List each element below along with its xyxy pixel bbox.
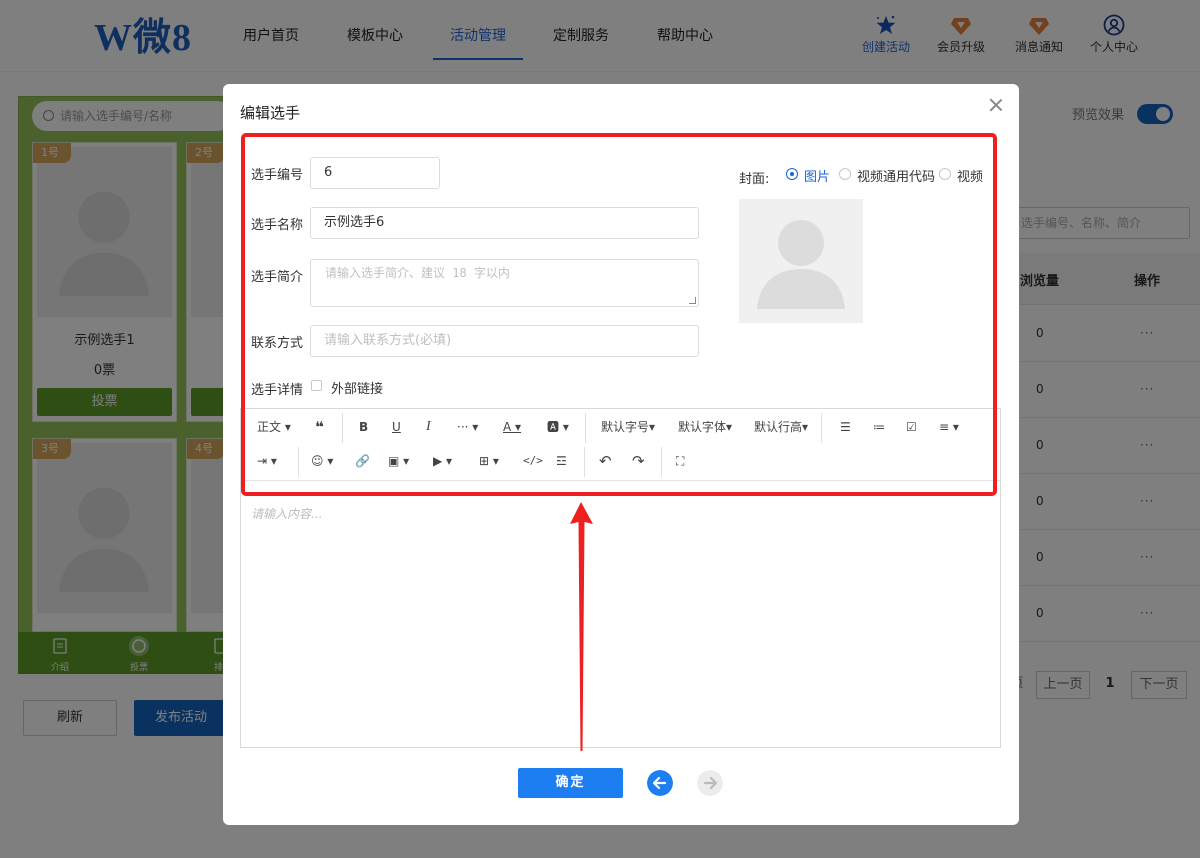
editor-content-area[interactable]: 请输入内容... xyxy=(251,505,322,522)
close-icon[interactable] xyxy=(987,96,1005,114)
annotation-arrow-icon xyxy=(570,502,593,751)
annotation-highlight-box xyxy=(241,133,997,496)
confirm-button[interactable]: 确定 xyxy=(518,768,623,798)
next-arrow-icon[interactable] xyxy=(697,770,723,796)
dialog-title: 编辑选手 xyxy=(240,104,301,122)
prev-arrow-icon[interactable] xyxy=(647,770,673,796)
